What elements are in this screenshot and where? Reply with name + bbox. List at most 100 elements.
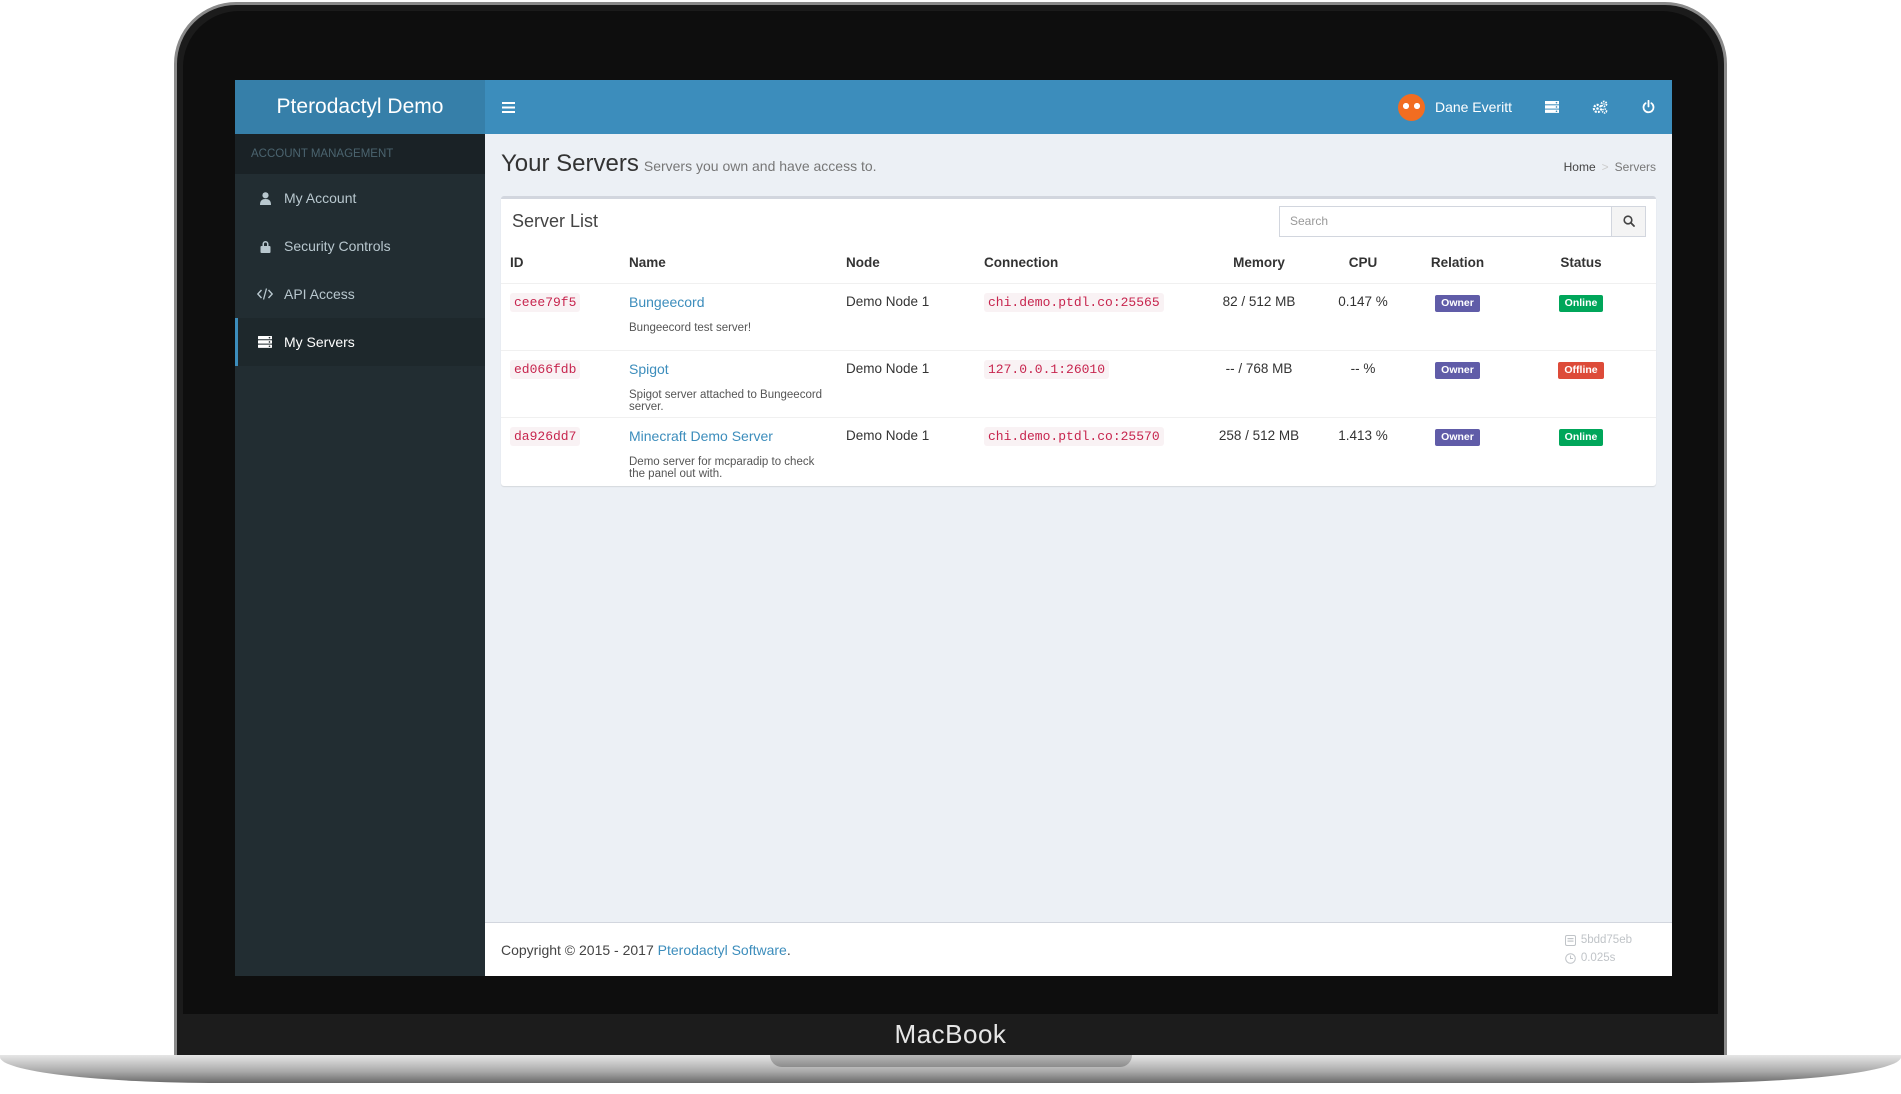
server-name-link[interactable]: Minecraft Demo Server <box>629 428 773 444</box>
search-input[interactable] <box>1279 205 1611 237</box>
sidebar-item-label: My Servers <box>284 334 355 350</box>
footer-time: 0.025s <box>1565 949 1632 967</box>
cell-node: Demo Node 1 <box>846 427 930 443</box>
footer-meta: 5bdd75eb 0.025s <box>1564 931 1632 967</box>
server-description: Demo server for mcparadip to check the p… <box>629 455 815 480</box>
server-description: Bungeecord test server! <box>629 321 752 334</box>
relation-badge: Owner <box>1435 294 1480 313</box>
server-connection: chi.demo.ptdl.co:25565 <box>984 292 1164 312</box>
breadcrumb-separator: > <box>1601 160 1609 174</box>
breadcrumb-servers: Servers <box>1614 160 1656 174</box>
gears-icon[interactable] <box>1576 80 1624 134</box>
server-list-box: Server List ID Name Node Connection Memo… <box>501 196 1656 486</box>
column-header-memory: Memory <box>1201 243 1317 284</box>
cell-connection: chi.demo.ptdl.co:25565 <box>975 283 1201 350</box>
table-header-row: ID Name Node Connection Memory CPU Relat… <box>501 243 1656 284</box>
footer-version-text: 5bdd75eb <box>1580 934 1632 946</box>
clock-icon <box>1565 952 1576 964</box>
cell-id: ceee79f5 <box>501 283 620 350</box>
footer-version: 5bdd75eb <box>1564 931 1632 949</box>
server-id: ed066fdb <box>510 359 581 379</box>
server-id: ceee79f5 <box>510 292 581 312</box>
app-logo[interactable]: Pterodactyl Demo <box>235 80 485 134</box>
sidebar-toggle-button[interactable] <box>485 80 531 134</box>
screen: Pterodactyl Demo ACCOUNT MANAGEMENT My A… <box>235 80 1672 976</box>
cell-status: Online <box>1506 417 1656 484</box>
footer-time-text: 0.025s <box>1580 952 1616 964</box>
user-name: Dane Everitt <box>1434 99 1512 115</box>
column-header-node: Node <box>837 243 975 284</box>
sidebar-item-label: Security Controls <box>284 238 391 254</box>
cell-name: Minecraft Demo Server Demo server for mc… <box>620 417 837 484</box>
lock-icon <box>256 240 274 253</box>
navbar-right: Dane Everitt <box>1382 80 1672 134</box>
relation-badge: Owner <box>1435 361 1480 380</box>
box-title: Server List <box>512 210 599 231</box>
cell-id: ed066fdb <box>501 350 620 417</box>
server-table: ID Name Node Connection Memory CPU Relat… <box>501 243 1656 484</box>
page-subtitle: Servers you own and have access to. <box>643 158 877 174</box>
column-header-name: Name <box>620 243 837 284</box>
top-navbar: Dane Everitt <box>485 80 1672 134</box>
server-name-link[interactable]: Bungeecord <box>629 294 705 310</box>
cell-memory: 82 / 512 MB <box>1222 293 1296 309</box>
footer-period: . <box>786 941 791 958</box>
avatar <box>1397 93 1425 121</box>
cell-memory: -- / 768 MB <box>1225 360 1293 376</box>
cell-id: da926dd7 <box>501 417 620 484</box>
cell-memory: 258 / 512 MB <box>1218 427 1300 443</box>
laptop-base-notch <box>770 1055 1132 1067</box>
breadcrumb: Home > Servers <box>1564 160 1656 174</box>
search-group <box>1279 205 1646 237</box>
hamburger-icon <box>501 101 515 113</box>
page-header: Your Servers Servers you own and have ac… <box>501 150 877 178</box>
cell-node: Demo Node 1 <box>846 293 930 309</box>
column-header-status: Status <box>1506 243 1656 284</box>
column-header-connection: Connection <box>975 243 1201 284</box>
user-icon <box>256 191 274 205</box>
table-row[interactable]: da926dd7 Minecraft Demo Server Demo serv… <box>501 417 1656 484</box>
cell-status: Online <box>1506 283 1656 350</box>
sidebar-item-label: My Account <box>284 190 357 206</box>
table-row[interactable]: ed066fdb Spigot Spigot server attached t… <box>501 350 1656 417</box>
server-icon <box>256 336 274 348</box>
laptop-brand: MacBook <box>894 1019 1007 1049</box>
footer-company-link[interactable]: Pterodactyl Software <box>658 942 787 958</box>
sidebar: Pterodactyl Demo ACCOUNT MANAGEMENT My A… <box>235 80 485 976</box>
relation-badge: Owner <box>1435 428 1480 447</box>
footer: Copyright © 2015 - 2017 Pterodactyl Soft… <box>485 922 1672 976</box>
server-list-icon[interactable] <box>1528 80 1576 134</box>
search-button[interactable] <box>1611 205 1646 237</box>
cell-node: Demo Node 1 <box>846 360 930 376</box>
breadcrumb-home[interactable]: Home <box>1564 160 1596 174</box>
table-row[interactable]: ceee79f5 Bungeecord Bungeecord test serv… <box>501 283 1656 350</box>
power-icon[interactable] <box>1624 80 1672 134</box>
user-menu[interactable]: Dane Everitt <box>1382 80 1528 134</box>
sidebar-item-my-account[interactable]: My Account <box>235 174 485 222</box>
cell-name: Spigot Spigot server attached to Bungeec… <box>620 350 837 417</box>
cell-relation: Owner <box>1409 417 1506 484</box>
box-header: Server List <box>501 199 1656 243</box>
cell-connection: 127.0.0.1:26010 <box>975 350 1201 417</box>
status-badge: Offline <box>1558 361 1604 380</box>
sidebar-item-api-access[interactable]: API Access <box>235 270 485 318</box>
sidebar-item-security-controls[interactable]: Security Controls <box>235 222 485 270</box>
sidebar-item-my-servers[interactable]: My Servers <box>235 318 485 366</box>
column-header-cpu: CPU <box>1317 243 1409 284</box>
server-description: Spigot server attached to Bungeecord ser… <box>629 388 823 413</box>
column-header-relation: Relation <box>1409 243 1506 284</box>
cell-cpu: -- % <box>1350 360 1376 376</box>
server-connection: 127.0.0.1:26010 <box>984 359 1110 379</box>
column-header-id: ID <box>501 243 620 284</box>
cell-status: Offline <box>1506 350 1656 417</box>
status-badge: Online <box>1558 428 1604 447</box>
cell-connection: chi.demo.ptdl.co:25570 <box>975 417 1201 484</box>
commit-icon <box>1564 934 1576 946</box>
cell-name: Bungeecord Bungeecord test server! <box>620 283 837 350</box>
server-id: da926dd7 <box>510 426 581 446</box>
cell-cpu: 0.147 % <box>1338 293 1388 309</box>
server-name-link[interactable]: Spigot <box>629 361 669 377</box>
footer-copyright: Copyright © 2015 - 2017 <box>501 941 654 958</box>
server-connection: chi.demo.ptdl.co:25570 <box>984 426 1164 446</box>
sidebar-item-label: API Access <box>284 286 355 302</box>
